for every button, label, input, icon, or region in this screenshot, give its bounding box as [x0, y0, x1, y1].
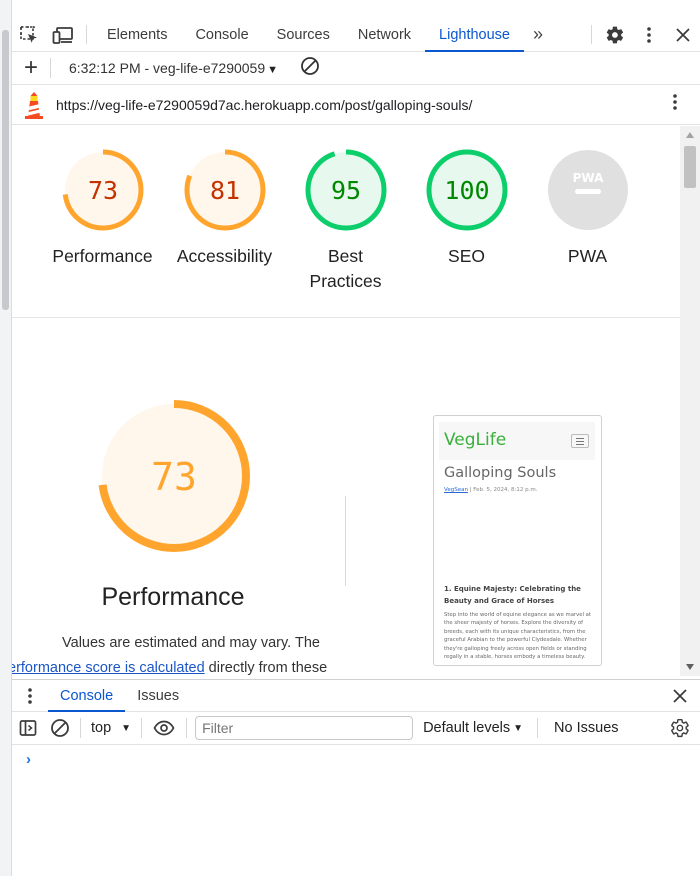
score-value: 95 [330, 176, 360, 205]
tab-sources[interactable]: Sources [263, 18, 344, 51]
gauge-seo[interactable]: 100 SEO [406, 148, 527, 269]
drawer-menu-icon[interactable] [12, 680, 48, 711]
gauge-performance[interactable]: 73 Performance [42, 148, 163, 269]
report-selector-label: 6:32:12 PM - veg-life-e7290059 [69, 60, 266, 76]
description-text: Values are estimated and may vary. The [62, 635, 320, 651]
context-selector[interactable]: top ▼ [85, 720, 137, 736]
section-divider [345, 496, 346, 586]
performance-detail-score: 73 [151, 455, 197, 499]
inspect-element-icon[interactable] [12, 18, 46, 51]
clear-report-icon[interactable] [300, 56, 320, 81]
settings-gear-icon[interactable] [598, 18, 632, 51]
toolbar-separator [80, 718, 81, 738]
scroll-up-arrow-icon[interactable] [686, 132, 694, 138]
gauge-accessibility[interactable]: 81 Accessibility [164, 148, 285, 269]
gauge-best-practices[interactable]: 95 Best Practices [285, 148, 406, 294]
thumbnail-brand: VegLife [444, 430, 507, 450]
pwa-badge-icon: PWA [572, 171, 603, 185]
report-selector[interactable]: 6:32:12 PM - veg-life-e7290059 ▼ [51, 60, 278, 76]
audited-url-bar: https://veg-life-e7290059d7ac.herokuapp.… [12, 85, 700, 125]
tab-elements[interactable]: Elements [93, 18, 181, 51]
score-value: 100 [444, 176, 489, 205]
report-scrollbar[interactable] [680, 126, 700, 676]
live-expression-eye-icon[interactable] [146, 712, 182, 744]
thumbnail-author: VegSean [444, 487, 468, 493]
thumbnail-post-title: Galloping Souls [444, 465, 557, 481]
console-output[interactable]: › [12, 745, 700, 876]
scroll-thumb[interactable] [684, 146, 696, 188]
console-toolbar: top▼ Default levels▼ No Issues [12, 712, 700, 745]
gauge-label: Accessibility [176, 246, 273, 266]
close-devtools-icon[interactable] [666, 18, 700, 51]
lighthouse-report[interactable]: 73 Performance 81 Accessibility 95 Best … [12, 126, 680, 676]
clear-console-icon[interactable] [44, 712, 76, 744]
device-toolbar-icon[interactable] [46, 18, 80, 51]
devtools-tabbar: Elements Console Sources Network Lightho… [12, 18, 700, 52]
tab-lighthouse[interactable]: Lighthouse [425, 18, 524, 52]
thumbnail-date: | Feb. 5, 2024, 8:12 p.m. [467, 487, 538, 493]
gauge-pwa[interactable]: PWA PWA [527, 148, 648, 269]
final-screenshot-thumbnail[interactable]: VegLife Galloping Souls VegSean | Feb. 5… [433, 415, 602, 666]
gauge-label: Best Practices [309, 246, 382, 291]
tab-network[interactable]: Network [344, 18, 425, 51]
performance-detail-gauge: 73 [98, 400, 250, 557]
drawer-tab-console[interactable]: Console [48, 680, 126, 712]
dropdown-arrow-icon: ▼ [121, 722, 132, 734]
score-calculation-link[interactable]: erformance score is calculated [12, 660, 205, 676]
toolbar-separator [537, 718, 539, 738]
thumbnail-post-meta: VegSean | Feb. 5, 2024, 8:12 p.m. [444, 487, 537, 493]
lighthouse-toolbar: + 6:32:12 PM - veg-life-e7290059 ▼ [12, 52, 700, 85]
thumbnail-navbar: VegLife [439, 422, 595, 460]
lighthouse-logo-icon [12, 91, 56, 119]
tab-console[interactable]: Console [181, 18, 262, 51]
performance-detail-title: Performance [101, 583, 245, 611]
console-filter-input[interactable] [195, 716, 414, 740]
more-tabs-chevron-icon[interactable]: » [524, 18, 552, 51]
console-settings-gear-icon[interactable] [660, 718, 700, 738]
drawer-tab-issues[interactable]: Issues [125, 680, 191, 711]
performance-description: Values are estimated and may vary. The e… [12, 631, 352, 676]
score-value: 73 [87, 176, 117, 205]
toolbar-separator [591, 25, 592, 44]
dropdown-arrow-icon: ▼ [513, 722, 524, 734]
gauge-label: Performance [52, 246, 153, 266]
close-drawer-icon[interactable] [660, 680, 700, 711]
report-kebab-menu-icon[interactable] [672, 93, 678, 116]
toolbar-separator [141, 718, 143, 738]
issues-counter[interactable]: No Issues [542, 720, 630, 736]
hamburger-menu-icon [571, 434, 589, 448]
console-prompt-icon[interactable]: › [26, 751, 31, 768]
toolbar-separator [86, 25, 87, 44]
new-report-plus-icon[interactable]: + [12, 56, 50, 80]
log-levels-label: Default levels [423, 720, 511, 736]
kebab-menu-icon[interactable] [632, 18, 666, 51]
description-text: directly from these [204, 660, 328, 676]
toolbar-separator [186, 718, 188, 738]
drawer-tabbar: Console Issues [12, 679, 700, 712]
sidebar-toggle-icon[interactable] [12, 712, 44, 744]
dropdown-arrow-icon: ▼ [267, 64, 279, 76]
gauge-label: PWA [567, 246, 608, 266]
log-levels-dropdown[interactable]: Default levels ▼ [413, 720, 533, 736]
audited-url: https://veg-life-e7290059d7ac.herokuapp.… [56, 96, 473, 113]
score-value: 81 [209, 176, 239, 205]
context-label: top [91, 720, 112, 736]
scroll-down-arrow-icon[interactable] [686, 664, 694, 670]
left-scroll-thumb[interactable] [2, 30, 9, 310]
score-gauges: 73 Performance 81 Accessibility 95 Best … [12, 126, 680, 318]
thumbnail-body-text: Step into the world of equine elegance a… [444, 612, 591, 661]
window-left-edge [0, 0, 12, 876]
gauge-label: SEO [448, 246, 485, 266]
thumbnail-heading: 1. Equine Majesty: Celebrating the Beaut… [444, 585, 581, 605]
